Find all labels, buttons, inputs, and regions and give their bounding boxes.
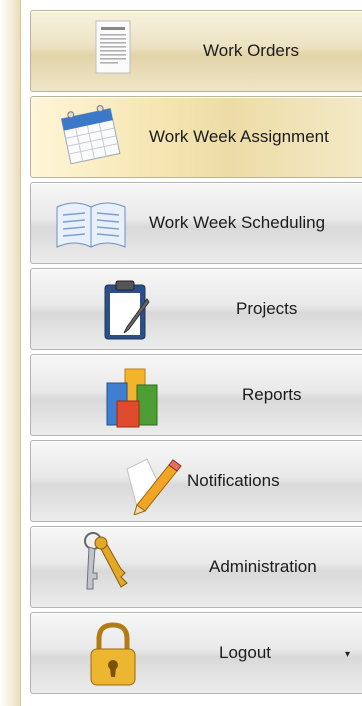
menu-item-label: Notifications — [187, 471, 280, 490]
menu-item-work-orders[interactable]: Work Orders — [30, 10, 362, 92]
menu-item-projects[interactable]: Projects — [30, 268, 362, 350]
menu-item-administration[interactable]: Administration — [30, 526, 362, 608]
menu-item-label: Projects — [236, 299, 298, 318]
document-icon — [71, 19, 155, 85]
pencil-note-icon — [107, 449, 191, 515]
menu-item-work-week-scheduling[interactable]: Work Week Scheduling — [30, 182, 362, 264]
menu-item-label: Administration — [209, 557, 317, 576]
menu-item-label: Reports — [242, 385, 302, 404]
bar-chart-icon — [91, 363, 175, 429]
chevron-down-icon[interactable]: ▾ — [345, 649, 350, 660]
menu-item-notifications[interactable]: Notifications — [30, 440, 362, 522]
menu-item-work-week-assignment[interactable]: Work Week Assignment — [30, 96, 362, 178]
left-rail — [0, 0, 21, 706]
menu-item-label: Work Week Assignment — [149, 127, 329, 146]
menu-item-label: Work Orders — [203, 41, 300, 60]
keys-icon — [63, 529, 147, 595]
menu-item-reports[interactable]: Reports — [30, 354, 362, 436]
padlock-icon — [75, 621, 159, 687]
calendar-icon — [51, 99, 135, 165]
menu-item-label: Logout — [219, 643, 271, 662]
navigation-menu: Work Orders Work Week Assignment Work We… — [30, 10, 362, 698]
menu-item-logout[interactable]: Logout ▾ — [30, 612, 362, 694]
menu-item-label: Work Week Scheduling — [149, 213, 326, 232]
clipboard-icon — [91, 277, 175, 343]
book-icon — [49, 191, 133, 257]
